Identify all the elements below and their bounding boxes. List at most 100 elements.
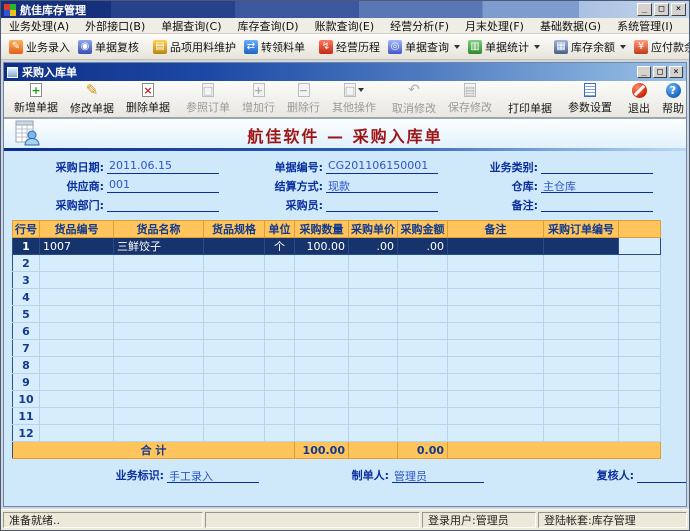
grid-cell[interactable] <box>113 339 204 357</box>
grid-row[interactable]: 12 <box>12 424 661 442</box>
grid-cell[interactable]: 11 <box>12 407 40 425</box>
doc-button-pencil[interactable]: ✎ 修改单据 <box>64 81 120 117</box>
grid-cell[interactable] <box>447 356 544 374</box>
toolbar-button-query[interactable]: ◎ 单据查询 <box>384 37 464 57</box>
grid-cell[interactable]: 12 <box>12 424 40 442</box>
grid-cell[interactable] <box>39 288 114 306</box>
grid-row[interactable]: 5 <box>12 305 661 323</box>
grid-cell[interactable] <box>447 322 544 340</box>
grid-cell[interactable] <box>294 339 349 357</box>
grid-cell[interactable]: 三鲜饺子 <box>113 237 204 255</box>
grid-cell[interactable] <box>39 254 114 272</box>
grid-cell[interactable] <box>294 424 349 442</box>
grid-cell[interactable] <box>113 407 204 425</box>
grid-cell[interactable] <box>348 271 398 289</box>
grid-cell[interactable] <box>397 373 448 391</box>
grid-cell[interactable] <box>294 356 349 374</box>
grid-cell[interactable] <box>348 254 398 272</box>
grid-cell[interactable] <box>113 390 204 408</box>
grid-cell[interactable] <box>294 305 349 323</box>
field-value[interactable]: 主仓库 <box>541 178 653 193</box>
grid-cell[interactable] <box>618 373 661 391</box>
grid-cell[interactable] <box>294 407 349 425</box>
grid-cell[interactable] <box>113 254 204 272</box>
field-value[interactable] <box>637 468 686 483</box>
grid-cell[interactable] <box>113 288 204 306</box>
grid-row[interactable]: 3 <box>12 271 661 289</box>
grid-cell[interactable] <box>618 271 661 289</box>
grid-cell[interactable]: 个 <box>264 237 295 255</box>
toolbar-button-history[interactable]: ↯ 经营历程 <box>315 37 384 57</box>
grid-cell[interactable] <box>447 390 544 408</box>
grid-row[interactable]: 10 <box>12 390 661 408</box>
grid-cell[interactable] <box>203 237 265 255</box>
menu-item[interactable]: 月末处理(F) <box>457 17 532 35</box>
grid-cell[interactable] <box>294 373 349 391</box>
grid-cell[interactable] <box>264 271 295 289</box>
grid-cell[interactable] <box>447 271 544 289</box>
grid-cell[interactable] <box>294 254 349 272</box>
menu-item[interactable]: 外部接口(B) <box>77 17 153 35</box>
grid-cell[interactable] <box>618 356 661 374</box>
grid-cell[interactable] <box>113 373 204 391</box>
grid-cell[interactable] <box>203 271 265 289</box>
grid-cell[interactable] <box>39 390 114 408</box>
toolbar-button-entry[interactable]: ✎ 业务录入 <box>5 37 74 57</box>
grid-cell[interactable] <box>348 288 398 306</box>
grid-cell[interactable] <box>113 305 204 323</box>
grid-cell[interactable]: 3 <box>12 271 40 289</box>
grid-cell[interactable] <box>113 424 204 442</box>
grid-cell[interactable]: .00 <box>397 237 448 255</box>
grid-cell[interactable] <box>264 356 295 374</box>
field-value[interactable] <box>541 197 653 212</box>
field-value[interactable]: 管理员 <box>392 468 484 483</box>
doc-maximize-button[interactable]: □ <box>653 66 667 78</box>
toolbar-button-materials[interactable]: ▤ 品项用料维护 <box>149 37 240 57</box>
grid-row[interactable]: 2 <box>12 254 661 272</box>
grid-row[interactable]: 11 <box>12 407 661 425</box>
grid-cell[interactable] <box>618 254 661 272</box>
grid-cell[interactable]: 10 <box>12 390 40 408</box>
menu-item[interactable]: 基础数据(G) <box>532 17 609 35</box>
minimize-button[interactable]: _ <box>637 3 652 16</box>
grid-cell[interactable] <box>618 237 661 255</box>
grid-row[interactable]: 7 <box>12 339 661 357</box>
grid-cell[interactable] <box>447 424 544 442</box>
field-value[interactable]: 现款 <box>326 178 438 193</box>
grid-cell[interactable] <box>348 390 398 408</box>
maximize-button[interactable]: □ <box>654 3 669 16</box>
grid-cell[interactable] <box>397 356 448 374</box>
grid-cell[interactable] <box>397 424 448 442</box>
field-value[interactable]: 2011.06.15 <box>107 159 219 174</box>
toolbar-button-stock[interactable]: ▦ 库存余额 <box>550 37 630 57</box>
grid-cell[interactable] <box>203 322 265 340</box>
grid-cell[interactable] <box>39 373 114 391</box>
grid-cell[interactable] <box>203 339 265 357</box>
grid-cell[interactable] <box>447 288 544 306</box>
grid-cell[interactable] <box>618 424 661 442</box>
grid-cell[interactable] <box>203 407 265 425</box>
field-value[interactable] <box>107 197 219 212</box>
menu-item[interactable]: 窗口(W) <box>681 17 690 35</box>
menu-item[interactable]: 库存查询(D) <box>230 17 307 35</box>
grid-cell[interactable] <box>39 339 114 357</box>
grid-cell[interactable]: 9 <box>12 373 40 391</box>
grid-cell[interactable] <box>447 305 544 323</box>
doc-close-button[interactable]: × <box>669 66 683 78</box>
menu-item[interactable]: 经营分析(F) <box>382 17 457 35</box>
grid-cell[interactable] <box>348 356 398 374</box>
grid-cell[interactable] <box>397 271 448 289</box>
grid-cell[interactable] <box>543 288 619 306</box>
grid-cell[interactable] <box>203 424 265 442</box>
grid-cell[interactable]: 100.00 <box>294 237 349 255</box>
grid-cell[interactable] <box>264 407 295 425</box>
field-value[interactable]: 001 <box>107 178 219 193</box>
grid-cell[interactable] <box>113 322 204 340</box>
grid-cell[interactable] <box>264 305 295 323</box>
grid-cell[interactable] <box>543 373 619 391</box>
grid-cell[interactable] <box>113 356 204 374</box>
toolbar-button-stats[interactable]: ▥ 单据统计 <box>464 37 544 57</box>
menu-item[interactable]: 账款查询(E) <box>307 17 383 35</box>
grid-cell[interactable] <box>397 339 448 357</box>
grid-cell[interactable]: 1007 <box>39 237 114 255</box>
